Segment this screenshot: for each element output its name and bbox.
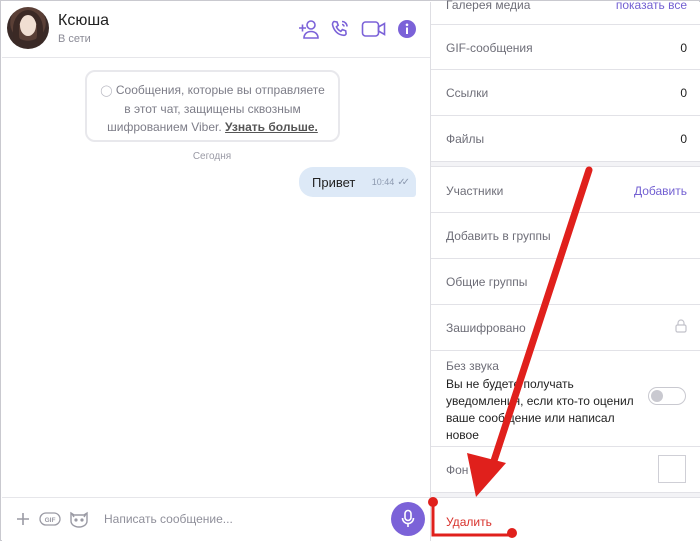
- chat-pane: Ксюша В сети ◯ Сообщения, которые вы отп…: [2, 2, 430, 541]
- message-time: 10:44: [371, 177, 395, 187]
- common-groups-label: Общие группы: [446, 275, 528, 289]
- delete-chat-button[interactable]: Удалить: [431, 497, 700, 541]
- media-gallery-label: Галерея медиа: [446, 0, 531, 12]
- links-label: Ссылки: [446, 86, 489, 100]
- chat-messages-area: ◯ Сообщения, которые вы отправляете в эт…: [2, 59, 430, 497]
- media-gallery-row: Галерея медиа показать все: [431, 0, 700, 25]
- chat-header: Ксюша В сети: [2, 2, 430, 58]
- video-camera-icon[interactable]: [360, 16, 388, 42]
- gif-icon[interactable]: GIF: [38, 509, 62, 529]
- links-row[interactable]: Ссылки 0: [431, 70, 700, 116]
- background-row[interactable]: Фон: [431, 447, 700, 493]
- add-participant-icon[interactable]: [296, 16, 322, 42]
- lock-icon: ◯: [100, 85, 113, 97]
- mute-row: Без звука Вы не будете получать уведомле…: [431, 351, 700, 447]
- files-row[interactable]: Файлы 0: [431, 116, 700, 162]
- files-label: Файлы: [446, 132, 485, 146]
- learn-more-link[interactable]: Узнать больше.: [225, 120, 318, 134]
- participants-label: Участники: [446, 184, 504, 198]
- lock-icon: [675, 319, 687, 336]
- background-swatch[interactable]: [658, 455, 686, 483]
- common-groups-row[interactable]: Общие группы: [431, 259, 700, 305]
- mute-toggle[interactable]: [648, 387, 686, 405]
- phone-icon[interactable]: [327, 16, 353, 42]
- delete-label: Удалить: [446, 515, 492, 529]
- gif-messages-row[interactable]: GIF-сообщения 0: [431, 25, 700, 70]
- encrypted-label: Зашифровано: [446, 321, 526, 335]
- message-input[interactable]: [98, 506, 378, 532]
- microphone-button[interactable]: [391, 502, 425, 536]
- mute-title: Без звука: [446, 359, 499, 373]
- contact-status: В сети: [58, 33, 91, 45]
- links-count: 0: [680, 86, 687, 100]
- add-to-groups-row[interactable]: Добавить в группы: [431, 213, 700, 259]
- info-icon[interactable]: [394, 16, 420, 42]
- double-check-icon: ✓✓: [397, 176, 410, 188]
- show-all-link[interactable]: показать все: [616, 0, 687, 12]
- gif-messages-label: GIF-сообщения: [446, 41, 533, 55]
- avatar[interactable]: [7, 7, 49, 49]
- chat-info-panel: Галерея медиа показать все GIF-сообщения…: [430, 0, 700, 541]
- encryption-notice: ◯ Сообщения, которые вы отправляете в эт…: [85, 70, 340, 142]
- add-to-groups-label: Добавить в группы: [446, 229, 551, 243]
- date-separator: Сегодня: [192, 151, 232, 162]
- mute-description: Вы не будете получать уведомления, если …: [446, 377, 634, 442]
- microphone-icon: [401, 509, 415, 527]
- contact-name[interactable]: Ксюша: [58, 12, 109, 30]
- gif-messages-count: 0: [680, 41, 687, 55]
- message-text: Привет: [312, 174, 356, 190]
- add-participant-link[interactable]: Добавить: [634, 184, 687, 198]
- message-composer: GIF: [2, 497, 430, 541]
- files-count: 0: [680, 132, 687, 146]
- sticker-icon[interactable]: [68, 509, 90, 529]
- encrypted-row: Зашифровано: [431, 305, 700, 351]
- background-label: Фон: [446, 463, 469, 477]
- app-window: Ксюша В сети ◯ Сообщения, которые вы отп…: [0, 0, 700, 541]
- gif-label: GIF: [45, 517, 56, 524]
- participants-row: Участники Добавить: [431, 166, 700, 213]
- outgoing-message[interactable]: Привет 10:44 ✓✓: [299, 167, 416, 197]
- plus-icon[interactable]: [14, 509, 32, 529]
